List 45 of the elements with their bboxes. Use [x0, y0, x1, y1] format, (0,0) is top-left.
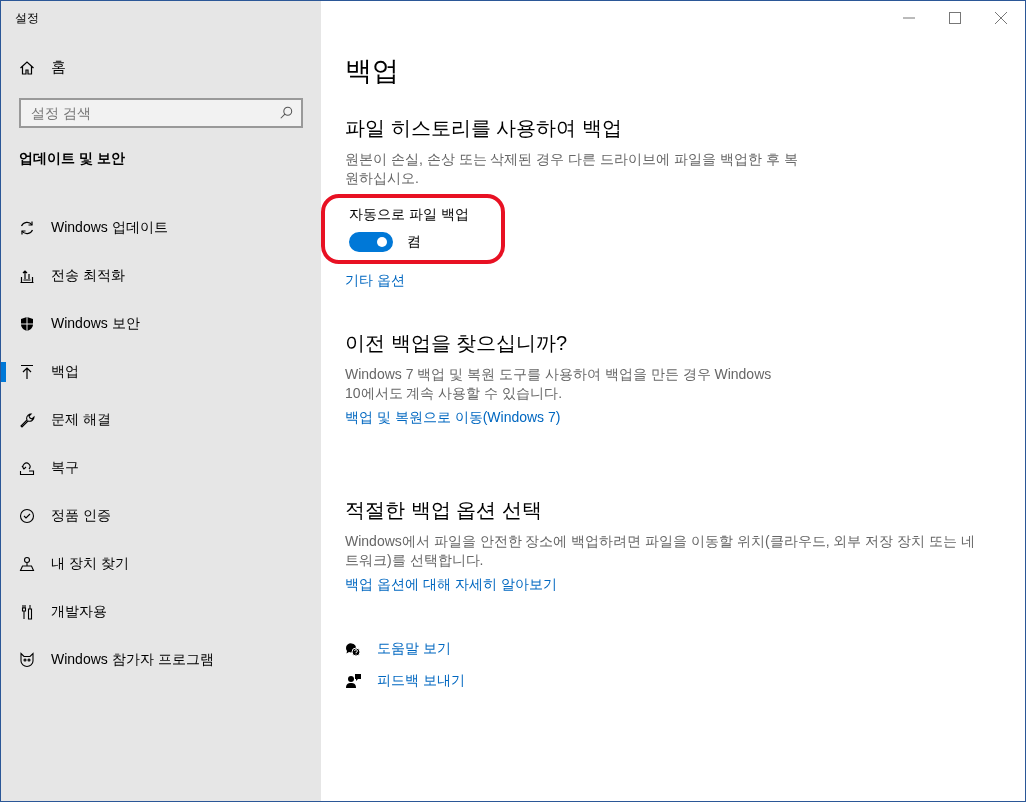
nav-item[interactable]: Windows 업데이트 — [1, 204, 321, 252]
section-title: 업데이트 및 보안 — [18, 149, 126, 168]
window-title: 설정 — [14, 10, 40, 27]
wrench-icon — [19, 412, 35, 428]
nav-item[interactable]: 개발자용 — [1, 588, 321, 636]
maximize-icon[interactable] — [949, 12, 961, 24]
link[interactable]: 백업 옵션에 대해 자세히 알아보기 — [345, 576, 557, 594]
description-text: 원본이 손실, 손상 또는 삭제된 경우 다른 드라이브에 파일을 백업한 후 복원하십시오. — [345, 150, 799, 188]
help-link[interactable]: 도움말 보기 — [377, 640, 451, 658]
shield-icon — [19, 316, 35, 332]
link[interactable]: 기타 옵션 — [345, 272, 405, 290]
person-icon — [19, 556, 35, 572]
help-link[interactable]: 피드백 보내기 — [377, 672, 465, 690]
page-title: 백업 — [345, 55, 400, 88]
description-text: Windows 7 백업 및 복원 도구를 사용하여 백업을 만든 경우 Windows 10에서도 계속 사용할 수 있습니다. — [345, 365, 773, 403]
nav-item[interactable]: 복구 — [1, 444, 321, 492]
recovery-icon — [19, 460, 35, 476]
feedback-icon — [345, 673, 361, 689]
up-arrow-icon — [19, 364, 35, 380]
section-heading: 파일 히스토리를 사용하여 백업 — [345, 116, 623, 141]
nav-item[interactable]: Windows 참가자 프로그램 — [1, 636, 321, 684]
home-nav-item[interactable]: 홈 — [1, 41, 321, 94]
nav-item[interactable]: 내 장치 찾기 — [1, 540, 321, 588]
nav-item[interactable]: 백업 — [1, 348, 321, 396]
section-heading: 이전 백업을 찾으십니까? — [345, 331, 569, 356]
search-field[interactable]: 설정 검색 — [19, 98, 303, 128]
sync-icon — [19, 220, 35, 236]
upload-tray-icon — [19, 268, 35, 284]
search-icon — [279, 106, 293, 120]
toggle-state: 켬 — [407, 233, 421, 251]
check-circle-icon — [19, 508, 35, 524]
section-heading: 적절한 백업 옵션 선택 — [345, 498, 543, 523]
tools-icon — [19, 604, 35, 620]
description-text: Windows에서 파일을 안전한 장소에 백업하려면 파일을 이동할 위치(클라우드, 외부 저장 장치 또는 네트워크)를 선택합니다. — [345, 532, 977, 570]
nav-item[interactable]: Windows 보안 — [1, 300, 321, 348]
help-chat-icon — [345, 641, 361, 657]
nav-item[interactable]: 전송 최적화 — [1, 252, 321, 300]
nav-item[interactable]: 문제 해결 — [1, 396, 321, 444]
link[interactable]: 백업 및 복원으로 이동(Windows 7) — [345, 409, 561, 427]
toggle-switch[interactable] — [349, 232, 393, 252]
close-icon[interactable] — [995, 12, 1007, 24]
home-icon — [19, 59, 35, 76]
nav-item[interactable]: 정품 인증 — [1, 492, 321, 540]
setting-label: 자동으로 파일 백업 — [349, 206, 470, 224]
cat-icon — [19, 652, 35, 668]
